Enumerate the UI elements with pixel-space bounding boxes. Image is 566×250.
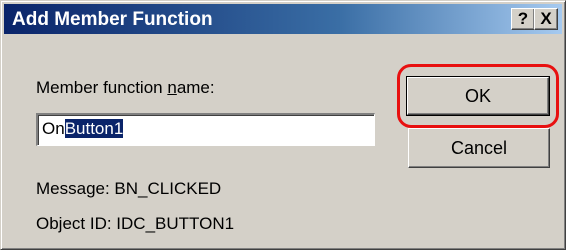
name-input-text: On (42, 119, 65, 138)
close-button[interactable]: X (534, 8, 558, 30)
ok-button[interactable]: OK (406, 76, 550, 116)
name-input-selected-text: Button1 (64, 119, 124, 138)
message-info: Message: BN_CLICKED (36, 179, 222, 198)
title-bar: Add Member Function ? X (4, 4, 562, 34)
member-function-name-input[interactable]: OnButton1 (36, 113, 375, 146)
object-id-info: Object ID: IDC_BUTTON1 (36, 214, 235, 233)
add-member-function-dialog: Add Member Function ? X Member function … (0, 0, 566, 250)
dialog-title: Add Member Function (12, 9, 213, 30)
help-button[interactable]: ? (511, 8, 535, 30)
question-mark-icon: ? (517, 9, 529, 28)
close-icon: X (540, 9, 552, 28)
accelerator-key: n (167, 78, 177, 97)
cancel-button[interactable]: Cancel (408, 128, 550, 168)
member-function-name-label: Member function name: (36, 78, 215, 97)
